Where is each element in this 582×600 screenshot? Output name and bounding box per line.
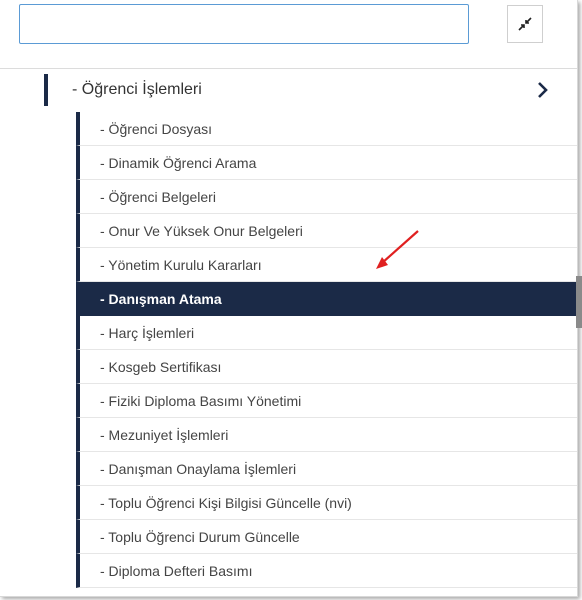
menu-item-label: - Toplu Öğrenci Durum Güncelle	[100, 528, 300, 545]
menu-item-label: - Öğrenci Dosyası	[100, 120, 213, 137]
menu-item-label: - Kosgeb Sertifikası	[100, 358, 222, 375]
menu-item[interactable]: - Toplu Öğrenci Kişi Bilgisi Güncelle (n…	[76, 486, 577, 520]
toolbar-divider	[0, 68, 577, 69]
menu-item[interactable]: - Toplu Öğrenci Durum Güncelle	[76, 520, 577, 554]
menu-item-label: - Mezuniyet İşlemleri	[100, 426, 229, 443]
collapse-arrows-icon	[518, 17, 532, 31]
menu-item-label: - Fiziki Diploma Basımı Yönetimi	[100, 392, 302, 409]
menu-item-label: - Öğrenci Belgeleri	[100, 188, 216, 205]
menu-item-label: - Danışman Onaylama İşlemleri	[100, 460, 297, 477]
collapse-menu-button[interactable]	[507, 5, 543, 43]
chevron-right-icon	[538, 82, 548, 98]
sidebar-menu-panel: - Öğrenci İşlemleri - Öğrenci Dosyası - D…	[0, 0, 578, 597]
menu-item[interactable]: - Mezuniyet İşlemleri	[76, 418, 577, 452]
menu-item[interactable]: - Onur Ve Yüksek Onur Belgeleri	[76, 214, 577, 248]
menu-item-label: - Dinamik Öğrenci Arama	[100, 154, 257, 171]
menu-item-label: - Danışman Atama	[100, 290, 222, 307]
menu-item[interactable]: - Fiziki Diploma Basımı Yönetimi	[76, 384, 577, 418]
menu-search-input[interactable]	[19, 4, 469, 44]
menu-item[interactable]: - Dinamik Öğrenci Arama	[76, 146, 577, 180]
menu-item-label: - Onur Ve Yüksek Onur Belgeleri	[100, 222, 303, 239]
menu-item[interactable]: - Öğrenci Dosyası	[76, 112, 577, 146]
menu-item-label: - Harç İşlemleri	[100, 324, 195, 341]
menu-item-label: - Toplu Öğrenci Kişi Bilgisi Güncelle (n…	[100, 494, 352, 511]
menu-group-label: - Öğrenci İşlemleri	[72, 81, 202, 98]
scrollbar-thumb[interactable]	[576, 276, 582, 328]
menu-group-ogrenci-islemleri[interactable]: - Öğrenci İşlemleri	[44, 74, 577, 106]
menu-toolbar	[0, 0, 577, 70]
menu-item[interactable]: - Danışman Onaylama İşlemleri	[76, 452, 577, 486]
menu-item-active[interactable]: - Danışman Atama	[76, 282, 577, 316]
menu-item[interactable]: - Yönetim Kurulu Kararları	[76, 248, 577, 282]
menu-item-label: - Yönetim Kurulu Kararları	[100, 256, 262, 273]
menu-item[interactable]: - Kosgeb Sertifikası	[76, 350, 577, 384]
menu-item[interactable]: - Harç İşlemleri	[76, 316, 577, 350]
menu-item[interactable]: - Diploma Defteri Basımı	[76, 554, 577, 588]
red-arrow-icon	[376, 230, 419, 269]
menu-item-label: - Diploma Defteri Basımı	[100, 562, 253, 579]
menu-item[interactable]: - Öğrenci Belgeleri	[76, 180, 577, 214]
